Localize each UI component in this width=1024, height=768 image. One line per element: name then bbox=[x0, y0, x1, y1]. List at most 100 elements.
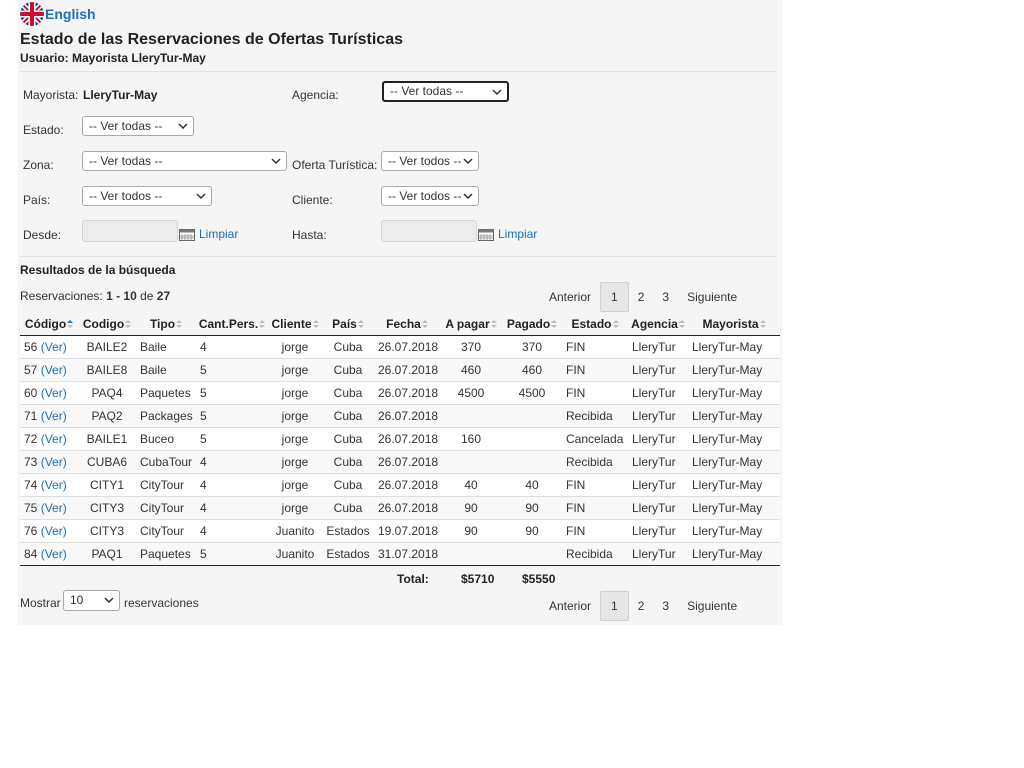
pagination-next[interactable]: Siguiente bbox=[678, 283, 746, 311]
cell-value: Packages bbox=[140, 409, 193, 423]
column-header-estado[interactable]: Estado bbox=[562, 312, 628, 336]
desde-date-input[interactable] bbox=[82, 220, 178, 242]
zona-label: Zona: bbox=[23, 158, 54, 172]
cell-value: Recibida bbox=[566, 547, 613, 561]
table-cell-codigo: CITY1 bbox=[78, 473, 136, 497]
table-cell-estado: FIN bbox=[562, 381, 628, 405]
cell-value: 160 bbox=[460, 432, 482, 446]
column-header-tipo[interactable]: Tipo bbox=[136, 312, 196, 336]
language-switch[interactable]: English bbox=[20, 2, 96, 26]
sort-icon[interactable] bbox=[612, 319, 619, 329]
table-cell-codigo-num: 60 (Ver) bbox=[20, 381, 78, 405]
table-cell-tipo: CityTour bbox=[136, 496, 196, 520]
view-link[interactable]: (Ver) bbox=[41, 501, 67, 515]
view-link[interactable]: (Ver) bbox=[41, 363, 67, 377]
column-header-codigo-num[interactable]: Código bbox=[20, 312, 78, 336]
table-cell-codigo-num: 73 (Ver) bbox=[20, 450, 78, 474]
pagination-page-3[interactable]: 3 bbox=[653, 592, 678, 620]
column-header-pais[interactable]: País bbox=[322, 312, 374, 336]
view-link[interactable]: (Ver) bbox=[41, 386, 67, 400]
sort-icon[interactable] bbox=[125, 319, 132, 329]
table-row: 72 (Ver) BAILE1 Buceo 5 jorge Cuba 26.07.2018 1… bbox=[20, 427, 780, 451]
sort-icon[interactable] bbox=[551, 319, 558, 329]
cell-value: PAQ1 bbox=[91, 547, 123, 561]
table-cell-pagado bbox=[502, 450, 562, 474]
table-cell-pais: Cuba bbox=[322, 473, 374, 497]
cell-value: 4 bbox=[200, 501, 207, 515]
table-cell-estado: Recibida bbox=[562, 542, 628, 566]
sort-icon[interactable] bbox=[759, 319, 766, 329]
hasta-clear-link[interactable]: Limpiar bbox=[498, 227, 537, 241]
column-header-agencia[interactable]: Agencia bbox=[628, 312, 688, 336]
pagination-page-3[interactable]: 3 bbox=[653, 283, 678, 311]
view-link[interactable]: (Ver) bbox=[41, 455, 67, 469]
cell-value: FIN bbox=[566, 340, 586, 354]
desde-label: Desde: bbox=[23, 228, 62, 242]
agencia-select[interactable]: -- Ver todas -- bbox=[382, 81, 509, 102]
column-header-cliente[interactable]: Cliente bbox=[268, 312, 322, 336]
column-header-mayorista[interactable]: Mayorista bbox=[688, 312, 780, 336]
view-link[interactable]: (Ver) bbox=[41, 524, 67, 538]
table-cell-cliente: Juanito bbox=[268, 519, 322, 543]
cell-value: 4 bbox=[200, 478, 207, 492]
pagination-prev[interactable]: Anterior bbox=[540, 283, 600, 311]
pagination-page-2[interactable]: 2 bbox=[629, 283, 654, 311]
table-cell-agencia: LleryTur bbox=[628, 496, 688, 520]
language-link[interactable]: English bbox=[45, 6, 96, 22]
column-header-codigo[interactable]: Codigo bbox=[78, 312, 136, 336]
view-link[interactable]: (Ver) bbox=[41, 478, 67, 492]
estado-select[interactable]: -- Ver todas -- bbox=[82, 116, 194, 136]
view-link[interactable]: (Ver) bbox=[41, 432, 67, 446]
table-cell-pais: Estados bbox=[322, 519, 374, 543]
sort-icon[interactable] bbox=[67, 319, 74, 329]
cell-value: CityTour bbox=[140, 478, 185, 492]
table-cell-pais: Cuba bbox=[322, 381, 374, 405]
oferta-select[interactable]: -- Ver todos -- bbox=[381, 151, 479, 171]
sort-icon[interactable] bbox=[259, 319, 266, 329]
table-cell-tipo: CityTour bbox=[136, 473, 196, 497]
cell-value: PAQ4 bbox=[91, 386, 123, 400]
view-link[interactable]: (Ver) bbox=[41, 340, 67, 354]
pagination-prev[interactable]: Anterior bbox=[540, 592, 600, 620]
table-cell-codigo: BAILE1 bbox=[78, 427, 136, 451]
cliente-select[interactable]: -- Ver todos -- bbox=[381, 186, 479, 206]
cell-value: CITY3 bbox=[89, 524, 124, 538]
cell-value: Cuba bbox=[333, 340, 363, 354]
pagination-top: Anterior 1 2 3 Siguiente bbox=[540, 282, 746, 312]
sort-icon[interactable] bbox=[357, 319, 364, 329]
sort-icon[interactable] bbox=[312, 319, 319, 329]
table-cell-estado: Recibida bbox=[562, 450, 628, 474]
pagination-next[interactable]: Siguiente bbox=[678, 592, 746, 620]
table-cell-codigo-num: 76 (Ver) bbox=[20, 519, 78, 543]
view-link[interactable]: (Ver) bbox=[41, 547, 67, 561]
column-header-fecha[interactable]: Fecha bbox=[374, 312, 440, 336]
pagination-page-1[interactable]: 1 bbox=[600, 282, 629, 312]
pagination-page-1[interactable]: 1 bbox=[600, 591, 629, 621]
sort-icon[interactable] bbox=[421, 319, 428, 329]
table-cell-pais: Cuba bbox=[322, 358, 374, 382]
column-header-pagado[interactable]: Pagado bbox=[502, 312, 562, 336]
table-cell-pagado: 370 bbox=[502, 335, 562, 359]
table-cell-tipo: Paquetes bbox=[136, 542, 196, 566]
table-cell-a-pagar: 90 bbox=[440, 519, 502, 543]
calendar-icon[interactable] bbox=[478, 229, 494, 241]
view-link[interactable]: (Ver) bbox=[41, 409, 67, 423]
sort-icon[interactable] bbox=[490, 319, 497, 329]
table-cell-agencia: LleryTur bbox=[628, 542, 688, 566]
column-header-cant-pers[interactable]: Cant.Pers. bbox=[196, 312, 268, 336]
desde-clear-link[interactable]: Limpiar bbox=[199, 227, 238, 241]
calendar-icon[interactable] bbox=[179, 229, 195, 241]
sort-icon[interactable] bbox=[176, 319, 183, 329]
table-cell-pagado bbox=[502, 542, 562, 566]
table-cell-cant-pers: 4 bbox=[196, 519, 268, 543]
cell-value: LleryTur bbox=[632, 386, 676, 400]
table-cell-fecha: 26.07.2018 bbox=[374, 358, 440, 382]
column-header-a-pagar[interactable]: A pagar bbox=[440, 312, 502, 336]
sort-icon[interactable] bbox=[678, 319, 685, 329]
hasta-date-input[interactable] bbox=[381, 220, 477, 242]
zona-select[interactable]: -- Ver todas -- bbox=[82, 151, 287, 171]
column-header-label: Tipo bbox=[149, 316, 176, 331]
page-size-select[interactable]: 10 bbox=[63, 590, 120, 611]
pagination-page-2[interactable]: 2 bbox=[629, 592, 654, 620]
pais-select[interactable]: -- Ver todos -- bbox=[82, 186, 212, 206]
